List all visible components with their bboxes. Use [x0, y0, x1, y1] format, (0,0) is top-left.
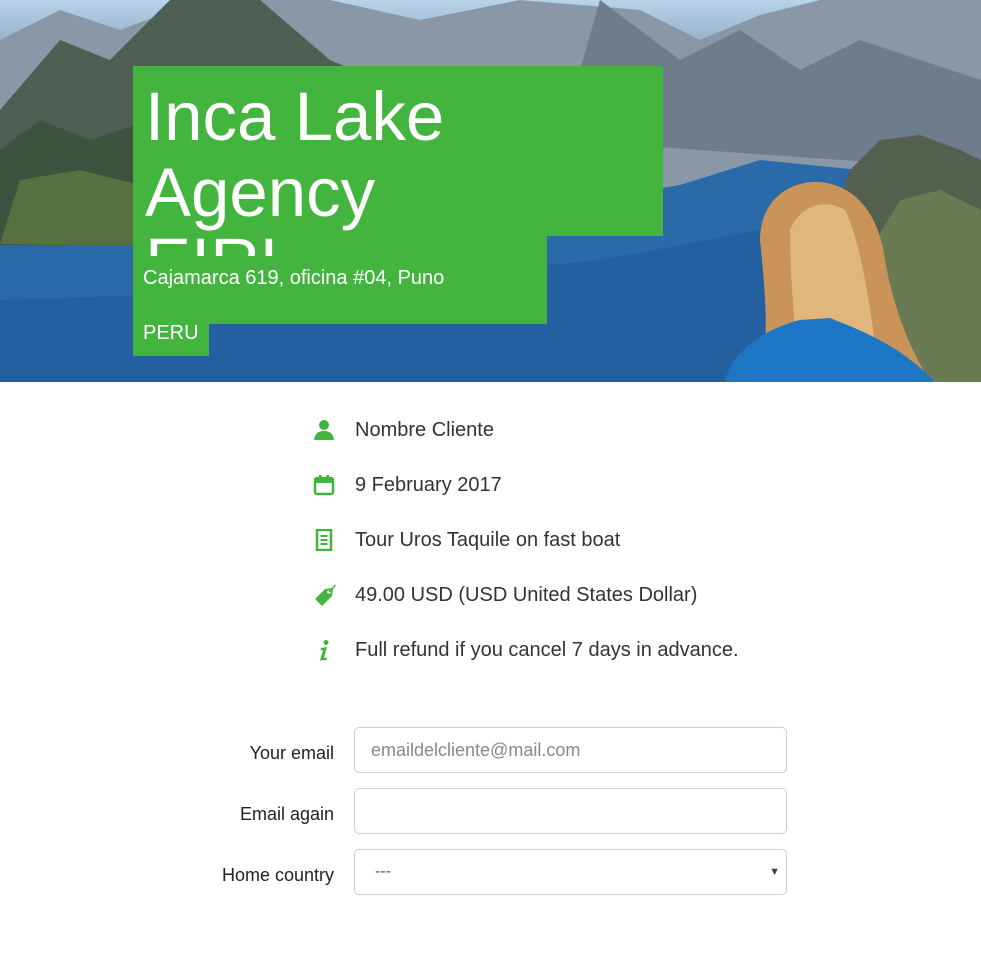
hero-banner: Inca Lake Travel Agency EIRL Cajamarca 6…: [0, 0, 981, 382]
email-again-label: Email again: [239, 804, 334, 824]
price-tag-icon: [310, 581, 338, 609]
detail-row-client: Nombre Cliente: [310, 410, 810, 450]
email-field-wrapper: [354, 727, 787, 773]
email-field[interactable]: [355, 728, 787, 772]
tour-price: 49.00 USD (USD United States Dollar): [355, 583, 698, 606]
email-row: Your email: [0, 727, 981, 773]
chevron-down-icon: ▼: [769, 866, 780, 878]
tour-name: Tour Uros Taquile on fast boat: [355, 528, 621, 551]
calendar-icon: [310, 471, 338, 499]
tour-date: 9 February 2017: [355, 473, 502, 496]
agency-address: Cajamarca 619, oficina #04, Puno: [133, 256, 455, 301]
email-label: Your email: [249, 743, 334, 763]
detail-row-policy: Full refund if you cancel 7 days in adva…: [310, 630, 810, 670]
document-icon: [310, 526, 338, 554]
email-again-row: Email again: [0, 788, 981, 834]
home-country-select[interactable]: --- ▼: [354, 849, 787, 895]
info-icon: [310, 636, 338, 664]
detail-row-price: 49.00 USD (USD United States Dollar): [310, 575, 810, 615]
client-name: Nombre Cliente: [355, 418, 494, 441]
detail-row-tour: Tour Uros Taquile on fast boat: [310, 520, 810, 560]
email-again-field-wrapper: [354, 788, 787, 834]
home-country-selected-value: ---: [375, 863, 391, 880]
refund-policy: Full refund if you cancel 7 days in adva…: [355, 638, 739, 661]
user-icon: [310, 416, 338, 444]
agency-country: PERU: [133, 311, 209, 356]
detail-row-date: 9 February 2017: [310, 465, 810, 505]
home-country-label: Home country: [221, 865, 334, 885]
country-row: Home country --- ▼: [0, 849, 981, 895]
email-again-field[interactable]: [355, 789, 787, 833]
